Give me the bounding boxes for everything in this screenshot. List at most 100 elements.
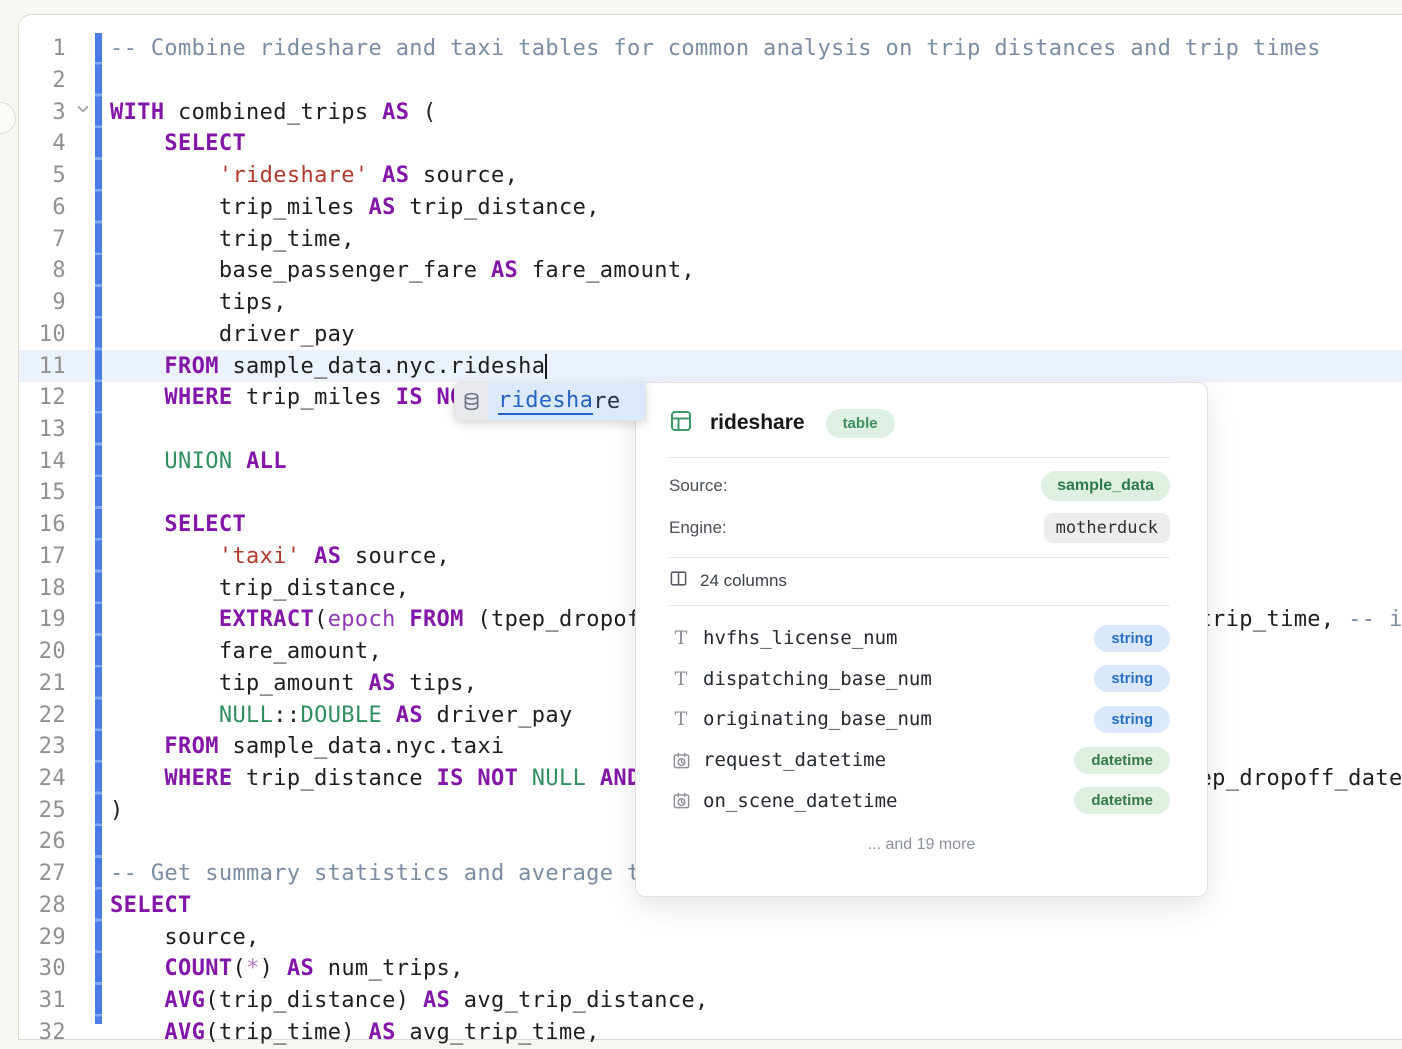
code-line[interactable]: -- Combine rideshare and taxi tables for… (110, 33, 1321, 65)
divider (669, 605, 1170, 606)
code-line[interactable]: AVG(trip_time) AS avg_trip_time, (110, 1017, 600, 1049)
code-line[interactable]: SELECT (110, 509, 246, 541)
line-number: 31 (14, 985, 66, 1017)
source-row: Source: sample_data (669, 469, 1170, 503)
line-number: 5 (14, 160, 66, 192)
code-token: ) (110, 798, 124, 823)
code-token: EXTRACT (219, 607, 314, 632)
line-number: 10 (14, 319, 66, 351)
code-line[interactable]: tip_amount AS tips, (110, 668, 477, 700)
code-token: tip_amount (110, 671, 369, 696)
code-token: fare_amount, (110, 639, 382, 664)
line-number: 12 (14, 382, 66, 414)
code-token: SELECT (110, 893, 192, 918)
column-row: request_datetimedatetime (669, 743, 1170, 777)
code-token: :: (273, 703, 300, 728)
autocomplete-rest-text: re (593, 389, 620, 414)
column-name: originating_base_num (703, 708, 1094, 730)
code-line[interactable]: UNION ALL (110, 446, 287, 478)
code-line[interactable]: SELECT (110, 128, 246, 160)
code-line[interactable]: source, (110, 922, 260, 954)
more-columns-text: ... and 19 more (636, 829, 1207, 861)
code-line[interactable]: trip_distance, (110, 573, 409, 605)
code-line[interactable]: COUNT(*) AS num_trips, (110, 953, 464, 985)
code-token: AVG (164, 988, 205, 1013)
code-token (110, 766, 164, 791)
code-token: * (246, 956, 260, 981)
datetime-type-icon (669, 791, 693, 810)
column-row: Tdispatching_base_numstring (669, 662, 1170, 696)
change-indicator-bar (95, 33, 102, 1024)
line-number: 28 (14, 890, 66, 922)
code-token: WHERE (164, 766, 232, 791)
code-token: sample_data.nyc.taxi (219, 734, 505, 759)
code-line[interactable]: SELECT (110, 890, 192, 922)
code-token: num_trips, (314, 956, 464, 981)
code-token: source, (409, 163, 518, 188)
line-number: 17 (14, 541, 66, 573)
code-token: IS (437, 766, 464, 791)
autocomplete-match-text: ridesha (498, 388, 593, 415)
code-token: SELECT (164, 131, 246, 156)
column-name: dispatching_base_num (703, 668, 1094, 690)
code-token (110, 607, 219, 632)
code-line[interactable]: WITH combined_trips AS ( (110, 97, 437, 129)
code-line[interactable]: FROM sample_data.nyc.taxi (110, 731, 505, 763)
code-token: driver_pay (110, 322, 355, 347)
code-token: AS (369, 671, 396, 696)
code-line[interactable]: FROM sample_data.nyc.ridesha (110, 351, 545, 383)
code-line[interactable]: trip_time, (110, 224, 355, 256)
code-line[interactable]: tips, (110, 287, 287, 319)
code-token: AS (287, 956, 314, 981)
code-token: trip_miles (110, 195, 369, 220)
code-line[interactable]: ) (110, 795, 124, 827)
code-token: AS (491, 258, 518, 283)
column-type-badge: datetime (1074, 787, 1170, 814)
code-token (110, 734, 164, 759)
column-row: Thvfhs_license_numstring (669, 621, 1170, 655)
source-label: Source: (669, 476, 728, 496)
line-number: 24 (14, 763, 66, 795)
code-token: ) (260, 956, 287, 981)
column-type-badge: string (1094, 706, 1170, 733)
code-token: FROM (409, 607, 463, 632)
string-type-icon: T (669, 627, 693, 649)
line-number: 25 (14, 795, 66, 827)
code-line[interactable]: trip_miles AS trip_distance, (110, 192, 600, 224)
code-line[interactable]: NULL::DOUBLE AS driver_pay (110, 700, 573, 732)
code-token: WHERE (164, 385, 232, 410)
code-token: SELECT (164, 512, 246, 537)
code-token: epoch (328, 607, 396, 632)
code-token (396, 607, 410, 632)
code-token: NOT (477, 766, 518, 791)
text-cursor (545, 354, 547, 379)
code-token (300, 544, 314, 569)
code-token: (trip_distance) (205, 988, 423, 1013)
app-background: 1234567891011121314151617181920212223242… (0, 0, 1402, 1024)
table-icon (669, 409, 693, 438)
autocomplete-item-rideshare[interactable]: rideshare (488, 383, 645, 420)
code-token (110, 385, 164, 410)
code-line[interactable]: fare_amount, (110, 636, 382, 668)
code-token: WITH (110, 100, 164, 125)
line-number: 13 (14, 414, 66, 446)
code-line[interactable]: driver_pay (110, 319, 355, 351)
code-line[interactable]: 'taxi' AS source, (110, 541, 450, 573)
code-token: NULL (219, 703, 273, 728)
code-token: IS (396, 385, 423, 410)
code-line[interactable]: AVG(trip_distance) AS avg_trip_distance, (110, 985, 709, 1017)
columns-icon (669, 569, 688, 593)
code-token: AS (382, 100, 409, 125)
code-token (232, 449, 246, 474)
table-type-badge: table (826, 409, 895, 438)
autocomplete-popup[interactable]: rideshare (454, 382, 646, 421)
column-type-badge: string (1094, 625, 1170, 652)
code-line[interactable]: base_passenger_fare AS fare_amount, (110, 255, 695, 287)
code-token (586, 766, 600, 791)
code-line[interactable]: 'rideshare' AS source, (110, 160, 518, 192)
fold-chevron-icon[interactable] (74, 100, 92, 118)
line-number: 3 (14, 97, 66, 129)
code-token: combined_trips (164, 100, 382, 125)
code-token (110, 956, 164, 981)
code-token: AS (314, 544, 341, 569)
